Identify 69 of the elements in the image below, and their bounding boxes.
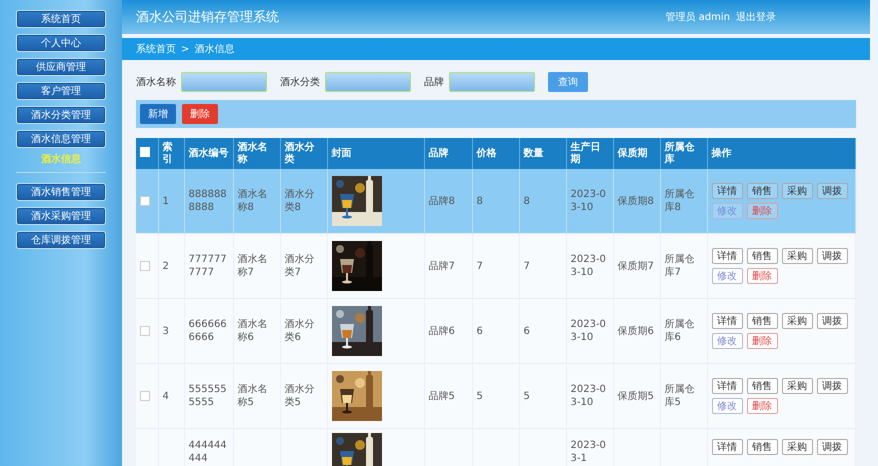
action-button[interactable]: 采购 [782,439,812,455]
delete-button[interactable]: 删除 [182,104,218,124]
action-button[interactable]: 调拨 [816,378,848,394]
action-button[interactable]: 修改 [712,333,742,349]
action-button[interactable]: 采购 [782,313,812,329]
logout-link[interactable]: 退出登录 [736,10,776,24]
sidebar-item[interactable]: 客户管理 [16,82,106,100]
add-button[interactable]: 新增 [140,104,176,124]
field-label: 品牌 [424,76,444,89]
sidebar-item[interactable]: 酒水采购管理 [16,207,106,225]
action-button[interactable]: 采购 [782,378,812,394]
action-button[interactable]: 详情 [712,313,742,329]
column-header: 操作 [707,138,856,169]
search-field[interactable] [181,72,267,92]
action-button[interactable]: 删除 [746,268,778,284]
column-header: 酒水名称 [233,138,280,169]
column-header: 封面 [327,138,424,169]
action-button[interactable]: 销售 [746,313,778,329]
action-button[interactable]: 详情 [712,248,742,264]
action-button[interactable]: 删除 [746,333,778,349]
breadcrumb-separator: > [181,44,190,54]
table-cell: 444444444 [184,428,233,466]
column-header: 酒水分类 [280,138,327,169]
field-label: 酒水名称 [136,76,176,89]
table-cell: 2023-03-1 [566,428,613,466]
column-header: 索引 [158,138,184,169]
column-header: 酒水编号 [184,138,233,169]
sidebar-item[interactable]: 酒水分类管理 [16,106,106,124]
select-all-checkbox[interactable] [140,146,150,156]
sidebar-item[interactable]: 系统首页 [16,10,106,28]
column-header: 保质期 [613,138,660,169]
action-button[interactable]: 修改 [712,268,742,284]
column-header: 数量 [519,138,566,169]
action-button[interactable]: 销售 [746,183,778,199]
row-checkbox[interactable] [140,326,150,336]
action-button[interactable]: 销售 [746,378,778,394]
action-button[interactable]: 调拨 [816,313,848,329]
column-header: 所属仓库 [660,138,707,169]
action-button[interactable]: 调拨 [816,439,848,455]
app-title: 酒水公司进销存管理系统 [136,9,279,26]
column-header: 价格 [472,138,519,169]
action-button[interactable]: 采购 [782,183,812,199]
column-header: 生产日期 [566,138,613,169]
breadcrumb-link[interactable]: 系统首页 [136,42,176,56]
search-field[interactable] [449,72,535,92]
action-button[interactable]: 调拨 [816,248,848,264]
search-button[interactable]: 查询 [548,72,588,92]
sidebar-item[interactable]: 供应商管理 [16,58,106,76]
action-button[interactable]: 详情 [712,183,742,199]
action-button[interactable]: 修改 [712,398,742,414]
action-button[interactable]: 销售 [746,248,778,264]
search-field[interactable] [325,72,411,92]
action-button[interactable]: 删除 [746,398,778,414]
action-button[interactable]: 调拨 [816,183,848,199]
user-label: 管理员 admin [665,11,730,24]
breadcrumb-link[interactable]: 酒水信息 [194,42,234,56]
action-button[interactable]: 详情 [712,439,742,455]
action-button[interactable]: 销售 [746,439,778,455]
row-checkbox[interactable] [140,261,150,271]
row-checkbox[interactable] [140,196,150,206]
field-label: 酒水分类 [280,76,320,89]
sidebar-item[interactable]: 酒水销售管理 [16,183,106,201]
column-header: 品牌 [424,138,472,169]
sidebar-item[interactable]: 仓库调拨管理 [16,231,106,249]
action-button[interactable]: 详情 [712,378,742,394]
sidebar-item[interactable]: 酒水信息管理 [16,130,106,148]
action-button[interactable]: 采购 [782,248,812,264]
sidebar-item[interactable]: 个人中心 [16,34,106,52]
row-checkbox[interactable] [140,391,150,401]
